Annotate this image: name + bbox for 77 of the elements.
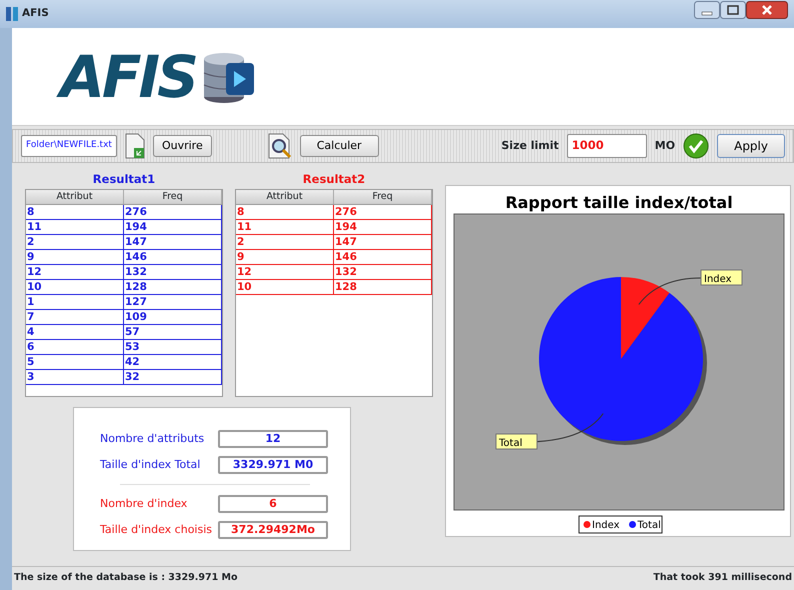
table-cell: 194 bbox=[123, 220, 221, 234]
stat-label: Taille d'index choisis bbox=[100, 522, 213, 538]
leader-line bbox=[638, 278, 702, 305]
legend-label: Index bbox=[592, 520, 620, 531]
table-cell: 127 bbox=[123, 295, 221, 309]
size-limit-label: Size limit bbox=[501, 138, 559, 154]
data-label: Index bbox=[704, 274, 732, 285]
timing-text: That took 391 millisecond bbox=[653, 571, 792, 586]
stat-label: Nombre d'index bbox=[100, 496, 188, 512]
table-cell-text: 3 bbox=[26, 370, 36, 384]
table-cell: 147 bbox=[123, 235, 221, 249]
table-cell-text: 2 bbox=[26, 235, 36, 249]
table-cell-text: 8 bbox=[26, 205, 36, 219]
table-cell: 194 bbox=[333, 220, 431, 234]
app-icon bbox=[6, 7, 18, 21]
table-cell-text: 9 bbox=[26, 250, 36, 264]
stat-label: Nombre d'attributs bbox=[100, 430, 206, 447]
close-icon[interactable] bbox=[746, 1, 788, 19]
table-cell-text: 9 bbox=[236, 250, 246, 264]
table-cell: 128 bbox=[123, 280, 221, 294]
minimize-icon[interactable] bbox=[694, 1, 720, 19]
legend-dot bbox=[629, 521, 636, 528]
legend-dot bbox=[584, 521, 590, 528]
stat-value: 6 bbox=[218, 495, 328, 513]
table-cell: 276 bbox=[333, 205, 431, 219]
table-cell-text: 11 bbox=[26, 220, 43, 234]
table-cell-text: 8 bbox=[236, 205, 246, 219]
status-text: The size of the database is : 3329.971 Mo bbox=[14, 571, 238, 586]
data-label-background bbox=[700, 270, 742, 286]
table-cell: 147 bbox=[333, 235, 431, 249]
table-cell-text: 6 bbox=[26, 340, 36, 354]
table-cell: 146 bbox=[333, 250, 431, 264]
maximize-icon[interactable] bbox=[720, 1, 746, 19]
column-header: Attribut bbox=[236, 190, 334, 204]
table-cell: 57 bbox=[123, 325, 221, 339]
stat-value: 12 bbox=[218, 430, 328, 448]
window-title: AFIS bbox=[22, 6, 49, 22]
table-cell: 146 bbox=[123, 250, 221, 264]
file-path-field[interactable]: Folder\NEWFILE.txt bbox=[21, 135, 117, 157]
table-title: Resultat2 bbox=[302, 171, 366, 188]
table-cell-text: 2 bbox=[236, 235, 246, 249]
stat-label: Taille d'index Total bbox=[100, 456, 202, 473]
data-label-background bbox=[496, 434, 538, 450]
open-button[interactable]: Ouvrire bbox=[152, 134, 212, 158]
legend-label: Total bbox=[638, 520, 661, 531]
table-cell: 128 bbox=[333, 280, 431, 294]
magnifier-document-icon bbox=[268, 133, 292, 159]
table-cell: 276 bbox=[123, 205, 221, 219]
column-header: Freq bbox=[124, 190, 222, 204]
column-header: Freq bbox=[334, 190, 432, 204]
table-cell-text: 5 bbox=[26, 355, 36, 369]
table-cell-text: 11 bbox=[236, 220, 253, 234]
table-cell: 132 bbox=[333, 265, 431, 279]
table-cell: 53 bbox=[123, 340, 221, 354]
table-cell-text: 1 bbox=[26, 295, 36, 309]
table-cell: 42 bbox=[123, 355, 221, 369]
table-cell-text: 12 bbox=[236, 265, 253, 279]
table-title: Resultat1 bbox=[92, 171, 156, 188]
table-cell: 132 bbox=[123, 265, 221, 279]
table-cell-text: 10 bbox=[236, 280, 253, 294]
stat-value: 372.29492Mo bbox=[218, 521, 328, 539]
file-icon bbox=[124, 133, 145, 159]
table-cell-text: 10 bbox=[26, 280, 43, 294]
column-header: Attribut bbox=[26, 190, 124, 204]
table-cell: 109 bbox=[123, 310, 221, 324]
checkmark-icon bbox=[683, 133, 710, 159]
size-limit-field[interactable]: 1000 bbox=[566, 134, 647, 158]
calculate-button[interactable]: Calculer bbox=[300, 134, 379, 158]
table-cell: 32 bbox=[123, 370, 221, 384]
table-cell-text: 12 bbox=[26, 265, 43, 279]
chart-title: Rapport taille index/total bbox=[505, 193, 733, 212]
data-label: Total bbox=[499, 438, 522, 449]
table-cell-text: 7 bbox=[26, 310, 36, 324]
table-cell-text: 4 bbox=[26, 325, 36, 339]
apply-button[interactable]: Apply bbox=[717, 134, 785, 158]
stat-value: 3329.971 M0 bbox=[218, 456, 328, 474]
size-unit-label: MO bbox=[654, 138, 676, 154]
